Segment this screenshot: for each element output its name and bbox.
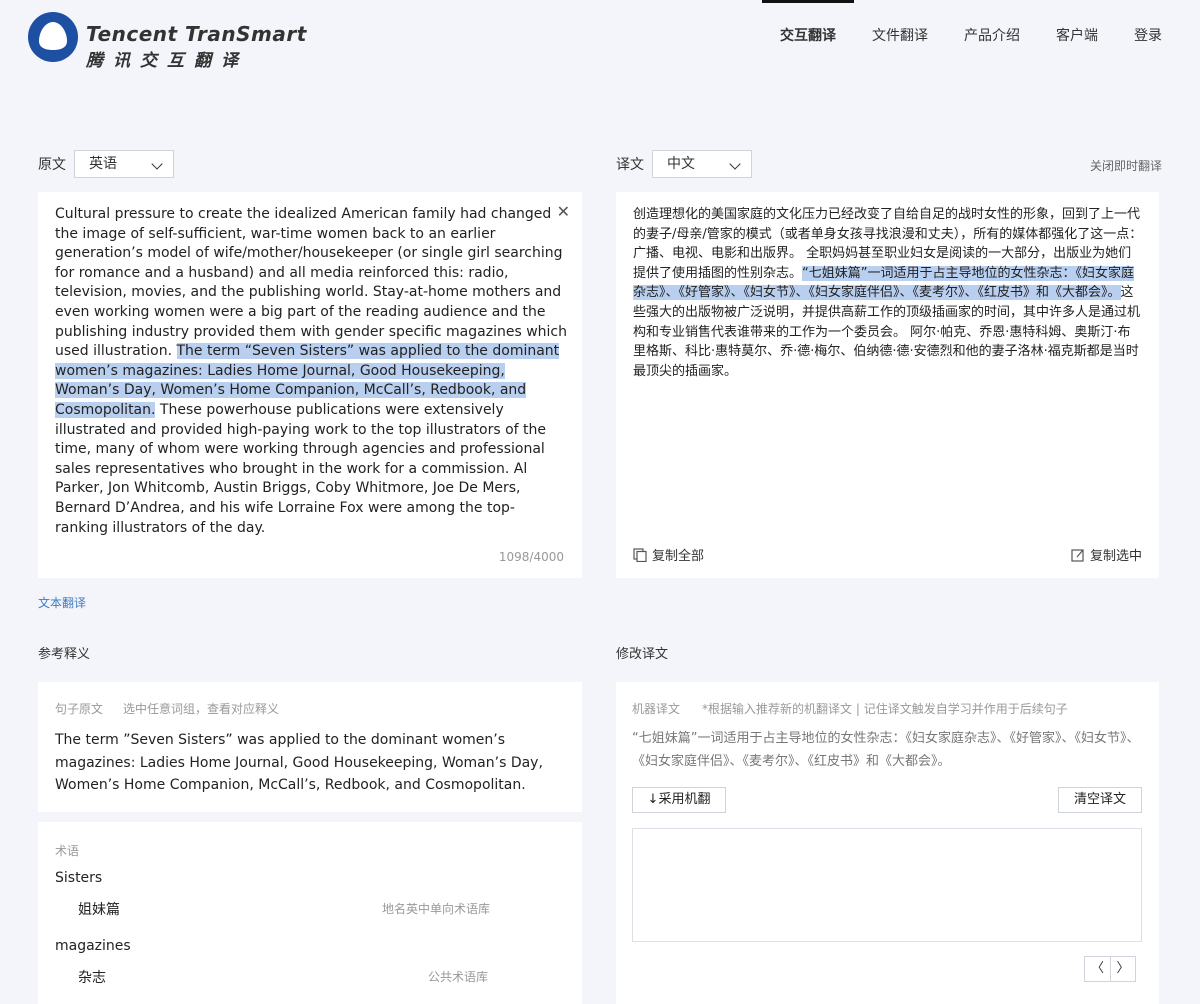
logo[interactable]: Tencent TranSmart 腾讯交互翻译 (26, 10, 306, 71)
adopt-machine-translation-button[interactable]: ↓采用机翻 (632, 787, 726, 813)
term-word: Sisters (55, 870, 103, 886)
reference-sentence-panel: 句子原文 选中任意词组，查看对应释义 The term ”Seven Sister… (38, 682, 582, 812)
logo-text-cn: 腾讯交互翻译 (86, 51, 248, 71)
nav-client[interactable]: 客户端 (1038, 0, 1116, 72)
term-translation[interactable]: 杂志 (78, 967, 106, 987)
reference-sentence[interactable]: The term ”Seven Sisters” was applied to … (55, 729, 555, 797)
target-lang-select[interactable]: 中文 (652, 150, 752, 178)
header: Tencent TranSmart 腾讯交互翻译 交互翻译 文件翻译 产品介绍 … (0, 0, 1200, 72)
reference-section-title: 参考释义 (38, 647, 91, 662)
copy-selected-label: 复制选中 (1089, 549, 1142, 564)
copy-all-button[interactable]: 复制全部 (633, 545, 704, 564)
edit-translation-panel: 机器译文 *根据输入推荐新的机翻译文 | 记住译文触发自学习并作用于后续句子 “七… (616, 682, 1159, 1004)
tencent-logo-icon (28, 12, 78, 62)
source-lang-select[interactable]: 英语 (74, 150, 174, 178)
edit-head-hint: *根据输入推荐新的机翻译文 | 记住译文触发自学习并作用于后续句子 (702, 702, 1068, 716)
source-text-after: These powerhouse publications were exten… (55, 401, 547, 536)
source-text-input[interactable]: Cultural pressure to create the idealize… (55, 205, 567, 538)
source-lang-row: 原文 英语 (38, 150, 174, 178)
reference-head-hint: 选中任意词组，查看对应释义 (123, 702, 280, 716)
close-instant-translation-toggle[interactable]: 关闭即时翻译 (1090, 157, 1162, 174)
clear-translation-button[interactable]: 清空译文 (1058, 787, 1142, 813)
reference-head-label: 句子原文 (55, 702, 104, 716)
machine-translation-text: “七姐妹篇”一词适用于占主导地位的女性杂志：《妇女家庭杂志》、《好管家》、《妇女… (632, 731, 1140, 769)
source-label: 原文 (38, 157, 66, 173)
prev-sentence-button[interactable]: 〈 (1085, 957, 1110, 981)
edit-head: 机器译文 *根据输入推荐新的机翻译文 | 记住译文触发自学习并作用于后续句子 (632, 700, 1068, 717)
target-text-output: 创造理想化的美国家庭的文化压力已经改变了自给自足的战时女性的形象，回到了上一代的… (633, 205, 1143, 381)
next-sentence-button[interactable]: 〉 (1110, 957, 1135, 981)
nav-login[interactable]: 登录 (1116, 0, 1180, 72)
edit-head-label: 机器译文 (632, 702, 681, 716)
nav-interactive-translation[interactable]: 交互翻译 (762, 0, 854, 72)
target-lang-value: 中文 (667, 156, 695, 172)
source-lang-value: 英语 (89, 156, 117, 172)
target-label: 译文 (616, 157, 644, 173)
term-source: 公共术语库 (428, 970, 489, 984)
term-word: magazines (55, 938, 131, 954)
translation-edit-textarea[interactable] (632, 828, 1142, 942)
text-translation-link[interactable]: 文本翻译 (38, 594, 86, 611)
nav-product-intro[interactable]: 产品介绍 (946, 0, 1038, 72)
source-text-panel[interactable]: Cultural pressure to create the idealize… (38, 192, 582, 578)
reference-head: 句子原文 选中任意词组，查看对应释义 (55, 700, 279, 717)
copy-selected-button[interactable]: 复制选中 (1071, 545, 1142, 564)
nav-file-translation[interactable]: 文件翻译 (854, 0, 946, 72)
term-translation[interactable]: 姐妹篇 (78, 899, 120, 919)
copy-all-label: 复制全部 (652, 549, 705, 564)
logo-text-en: Tencent TranSmart (86, 22, 307, 46)
clear-source-icon[interactable]: ✕ (557, 202, 570, 221)
terminology-panel: 术语 Sisters 姐妹篇 地名英中单向术语库 magazines 杂志 公共… (38, 822, 582, 1004)
chevron-down-icon (729, 158, 741, 170)
term-source: 地名英中单向术语库 (382, 902, 491, 916)
edit-copy-icon (1071, 548, 1084, 562)
copy-icon (633, 547, 647, 562)
top-nav: 交互翻译 文件翻译 产品介绍 客户端 登录 (762, 0, 1180, 72)
char-counter: 1098/4000 (498, 550, 564, 564)
chevron-down-icon (151, 158, 163, 170)
target-lang-row: 译文 中文 (616, 150, 752, 178)
target-text-panel: 创造理想化的美国家庭的文化压力已经改变了自给自足的战时女性的形象，回到了上一代的… (616, 192, 1159, 578)
terminology-head: 术语 (55, 844, 80, 858)
source-text-before: Cultural pressure to create the idealize… (55, 206, 567, 360)
edit-section-title: 修改译文 (616, 647, 669, 662)
sentence-pager: 〈 〉 (1084, 956, 1136, 982)
